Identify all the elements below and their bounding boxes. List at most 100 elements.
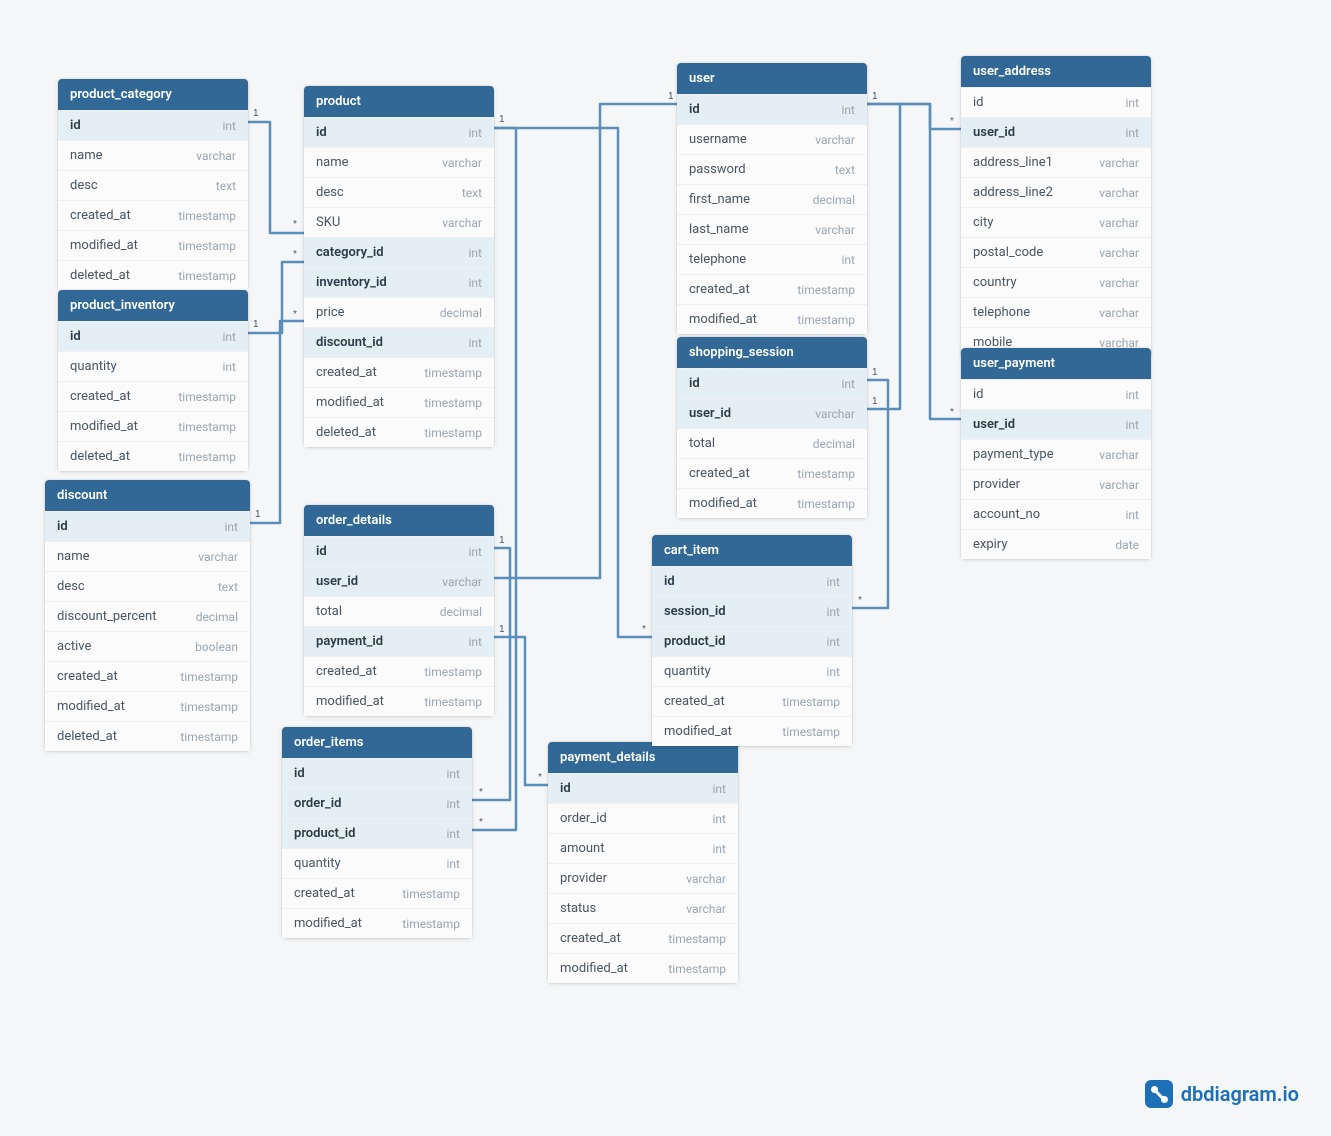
table-row[interactable]: providervarchar bbox=[548, 863, 738, 893]
table-row[interactable]: statusvarchar bbox=[548, 893, 738, 923]
table-row[interactable]: SKUvarchar bbox=[304, 207, 494, 237]
table-row[interactable]: idint bbox=[58, 321, 248, 351]
table-row[interactable]: idint bbox=[45, 511, 250, 541]
table-row[interactable]: modified_attimestamp bbox=[282, 908, 472, 938]
table-row[interactable]: created_attimestamp bbox=[548, 923, 738, 953]
table-row[interactable]: idint bbox=[961, 87, 1151, 117]
table-row[interactable]: cityvarchar bbox=[961, 207, 1151, 237]
table-row[interactable]: idint bbox=[58, 110, 248, 140]
table-row[interactable]: modified_attimestamp bbox=[45, 691, 250, 721]
table-row[interactable]: product_idint bbox=[652, 626, 852, 656]
table-header[interactable]: user_address bbox=[961, 56, 1151, 87]
table-row[interactable]: modified_attimestamp bbox=[58, 411, 248, 441]
table-row[interactable]: created_attimestamp bbox=[58, 200, 248, 230]
table-row[interactable]: payment_idint bbox=[304, 626, 494, 656]
table-product_category[interactable]: product_categoryidintnamevarchardesctext… bbox=[58, 79, 248, 290]
table-shopping_session[interactable]: shopping_sessionidintuser_idvarchartotal… bbox=[677, 337, 867, 518]
table-row[interactable]: countryvarchar bbox=[961, 267, 1151, 297]
table-row[interactable]: user_idint bbox=[961, 409, 1151, 439]
table-row[interactable]: order_idint bbox=[548, 803, 738, 833]
table-row[interactable]: pricedecimal bbox=[304, 297, 494, 327]
table-header[interactable]: cart_item bbox=[652, 535, 852, 566]
table-row[interactable]: modified_attimestamp bbox=[548, 953, 738, 983]
table-row[interactable]: idint bbox=[304, 536, 494, 566]
table-header[interactable]: payment_details bbox=[548, 742, 738, 773]
table-row[interactable]: created_attimestamp bbox=[304, 656, 494, 686]
table-row[interactable]: idint bbox=[961, 379, 1151, 409]
table-row[interactable]: postal_codevarchar bbox=[961, 237, 1151, 267]
table-row[interactable]: passwordtext bbox=[677, 154, 867, 184]
table-row[interactable]: deleted_attimestamp bbox=[58, 441, 248, 471]
table-row[interactable]: idint bbox=[282, 758, 472, 788]
table-row[interactable]: idint bbox=[304, 117, 494, 147]
table-row[interactable]: session_idint bbox=[652, 596, 852, 626]
table-row[interactable]: usernamevarchar bbox=[677, 124, 867, 154]
table-row[interactable]: deleted_attimestamp bbox=[304, 417, 494, 447]
table-row[interactable]: address_line2varchar bbox=[961, 177, 1151, 207]
table-row[interactable]: modified_attimestamp bbox=[652, 716, 852, 746]
table-row[interactable]: discount_percentdecimal bbox=[45, 601, 250, 631]
table-row[interactable]: quantityint bbox=[652, 656, 852, 686]
table-row[interactable]: quantityint bbox=[58, 351, 248, 381]
table-row[interactable]: modified_attimestamp bbox=[677, 488, 867, 518]
table-user_payment[interactable]: user_paymentidintuser_idintpayment_typev… bbox=[961, 348, 1151, 559]
table-row[interactable]: order_idint bbox=[282, 788, 472, 818]
table-row[interactable]: modified_attimestamp bbox=[304, 686, 494, 716]
table-row[interactable]: deleted_attimestamp bbox=[45, 721, 250, 751]
table-row[interactable]: created_attimestamp bbox=[282, 878, 472, 908]
table-row[interactable]: providervarchar bbox=[961, 469, 1151, 499]
table-row[interactable]: activeboolean bbox=[45, 631, 250, 661]
table-header[interactable]: discount bbox=[45, 480, 250, 511]
table-row[interactable]: namevarchar bbox=[45, 541, 250, 571]
table-row[interactable]: discount_idint bbox=[304, 327, 494, 357]
table-row[interactable]: account_noint bbox=[961, 499, 1151, 529]
table-cart_item[interactable]: cart_itemidintsession_idintproduct_idint… bbox=[652, 535, 852, 746]
table-row[interactable]: namevarchar bbox=[304, 147, 494, 177]
table-order_items[interactable]: order_itemsidintorder_idintproduct_idint… bbox=[282, 727, 472, 938]
table-header[interactable]: order_details bbox=[304, 505, 494, 536]
table-row[interactable]: desctext bbox=[45, 571, 250, 601]
table-row[interactable]: user_idint bbox=[961, 117, 1151, 147]
table-row[interactable]: category_idint bbox=[304, 237, 494, 267]
table-header[interactable]: product_category bbox=[58, 79, 248, 110]
table-row[interactable]: last_namevarchar bbox=[677, 214, 867, 244]
table-row[interactable]: inventory_idint bbox=[304, 267, 494, 297]
table-row[interactable]: namevarchar bbox=[58, 140, 248, 170]
table-user_address[interactable]: user_addressidintuser_idintaddress_line1… bbox=[961, 56, 1151, 357]
table-row[interactable]: amountint bbox=[548, 833, 738, 863]
table-payment_details[interactable]: payment_detailsidintorder_idintamountint… bbox=[548, 742, 738, 983]
table-header[interactable]: user_payment bbox=[961, 348, 1151, 379]
table-row[interactable]: product_idint bbox=[282, 818, 472, 848]
table-row[interactable]: quantityint bbox=[282, 848, 472, 878]
table-header[interactable]: user bbox=[677, 63, 867, 94]
table-user[interactable]: useridintusernamevarcharpasswordtextfirs… bbox=[677, 63, 867, 334]
table-row[interactable]: created_attimestamp bbox=[58, 381, 248, 411]
table-product_inventory[interactable]: product_inventoryidintquantityintcreated… bbox=[58, 290, 248, 471]
table-discount[interactable]: discountidintnamevarchardesctextdiscount… bbox=[45, 480, 250, 751]
table-header[interactable]: product_inventory bbox=[58, 290, 248, 321]
table-row[interactable]: modified_attimestamp bbox=[58, 230, 248, 260]
table-row[interactable]: address_line1varchar bbox=[961, 147, 1151, 177]
table-row[interactable]: created_attimestamp bbox=[677, 458, 867, 488]
table-row[interactable]: idint bbox=[548, 773, 738, 803]
table-row[interactable]: created_attimestamp bbox=[677, 274, 867, 304]
table-product[interactable]: productidintnamevarchardesctextSKUvarcha… bbox=[304, 86, 494, 447]
table-row[interactable]: created_attimestamp bbox=[652, 686, 852, 716]
table-row[interactable]: modified_attimestamp bbox=[677, 304, 867, 334]
table-row[interactable]: payment_typevarchar bbox=[961, 439, 1151, 469]
table-row[interactable]: desctext bbox=[304, 177, 494, 207]
table-row[interactable]: deleted_attimestamp bbox=[58, 260, 248, 290]
table-row[interactable]: created_attimestamp bbox=[45, 661, 250, 691]
table-row[interactable]: user_idvarchar bbox=[677, 398, 867, 428]
table-row[interactable]: totaldecimal bbox=[304, 596, 494, 626]
table-row[interactable]: telephoneint bbox=[677, 244, 867, 274]
table-header[interactable]: product bbox=[304, 86, 494, 117]
table-row[interactable]: first_namedecimal bbox=[677, 184, 867, 214]
table-row[interactable]: expirydate bbox=[961, 529, 1151, 559]
table-header[interactable]: shopping_session bbox=[677, 337, 867, 368]
table-row[interactable]: idint bbox=[677, 368, 867, 398]
table-row[interactable]: telephonevarchar bbox=[961, 297, 1151, 327]
table-row[interactable]: idint bbox=[652, 566, 852, 596]
table-row[interactable]: user_idvarchar bbox=[304, 566, 494, 596]
table-row[interactable]: created_attimestamp bbox=[304, 357, 494, 387]
